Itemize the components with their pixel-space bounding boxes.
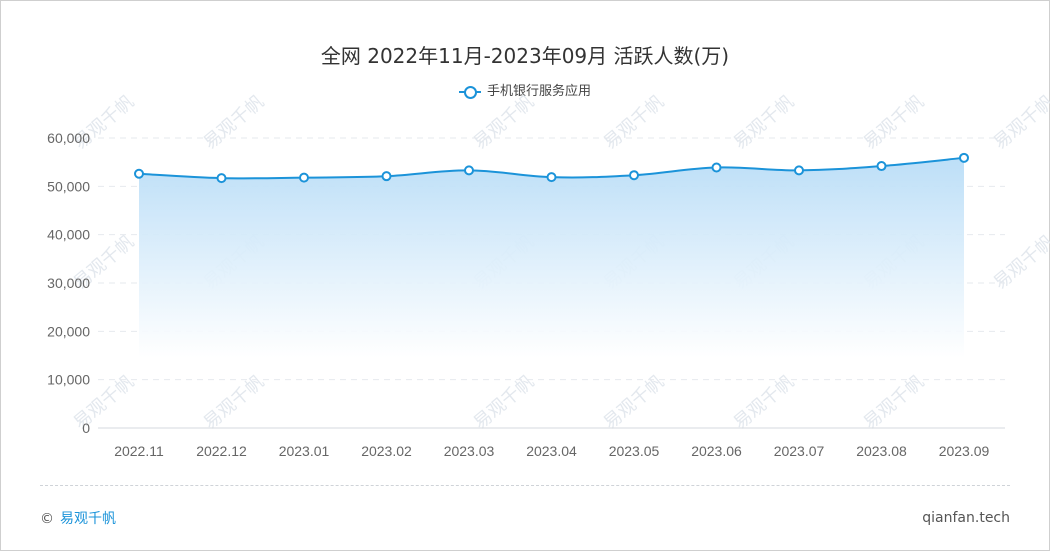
x-tick-label: 2023.09 xyxy=(939,443,990,459)
data-point xyxy=(711,162,722,173)
x-tick-label: 2023.03 xyxy=(444,443,495,459)
watermark-text: 易观千帆 xyxy=(990,91,1050,153)
footer-site[interactable]: qianfan.tech xyxy=(922,510,1010,526)
y-tick-label: 60,000 xyxy=(47,130,90,146)
y-axis: 0 10,000 20,000 30,000 40,000 50,000 60,000 xyxy=(47,130,90,436)
y-tick-label: 10,000 xyxy=(47,372,90,388)
data-point xyxy=(546,172,557,183)
brand-name: 易观千帆 xyxy=(60,511,116,527)
watermark-text: 易观千帆 xyxy=(470,371,539,433)
footer-divider xyxy=(40,485,1010,486)
chart-svg: 易观千帆 易观千帆 易观千帆 易观千帆 易观千帆 易观千帆 易观千帆易观千帆 易观千帆易观千帆… xyxy=(47,91,1050,459)
x-axis: 2022.11 2022.12 2023.01 2023.02 2023.03 2023.… xyxy=(114,443,989,459)
x-tick-label: 2022.12 xyxy=(196,443,247,459)
watermark-text: 易观千帆 xyxy=(990,231,1050,293)
y-tick-label: 30,000 xyxy=(47,275,90,291)
data-point xyxy=(794,165,804,176)
y-tick-label: 0 xyxy=(82,420,90,436)
x-tick-label: 2023.08 xyxy=(856,443,907,459)
x-tick-label: 2023.05 xyxy=(609,443,660,459)
footer-brand[interactable]: © 易观千帆 xyxy=(40,508,116,528)
data-point xyxy=(959,152,969,163)
watermark-text: 易观千帆 xyxy=(730,91,799,153)
data-point xyxy=(629,170,639,181)
copyright-symbol: © xyxy=(40,511,54,527)
x-tick-label: 2023.04 xyxy=(526,443,577,459)
data-point xyxy=(299,172,309,183)
y-tick-label: 40,000 xyxy=(47,227,90,243)
watermark-text: 易观千帆 xyxy=(860,91,929,153)
watermark-text: 易观千帆 xyxy=(470,91,539,153)
data-point xyxy=(216,173,227,184)
plot-area xyxy=(134,152,969,358)
y-tick-label: 50,000 xyxy=(47,178,90,194)
watermark-text: 易观千帆 xyxy=(600,371,669,433)
data-point xyxy=(876,161,887,172)
data-point xyxy=(381,171,392,182)
watermark-text: 易观千帆 xyxy=(860,371,929,433)
data-point xyxy=(134,168,144,179)
x-tick-label: 2023.01 xyxy=(279,443,330,459)
watermark-text: 易观千帆 xyxy=(200,371,269,433)
watermark-text: 易观千帆 xyxy=(200,91,269,153)
x-tick-label: 2022.11 xyxy=(114,443,164,459)
series-area xyxy=(139,157,964,358)
watermark-text: 易观千帆 xyxy=(730,371,799,433)
x-tick-label: 2023.02 xyxy=(361,443,412,459)
watermark-text: 易观千帆 xyxy=(600,91,669,153)
y-tick-label: 20,000 xyxy=(47,323,90,339)
data-point xyxy=(464,165,474,176)
x-tick-label: 2023.07 xyxy=(774,443,825,459)
x-tick-label: 2023.06 xyxy=(691,443,742,459)
